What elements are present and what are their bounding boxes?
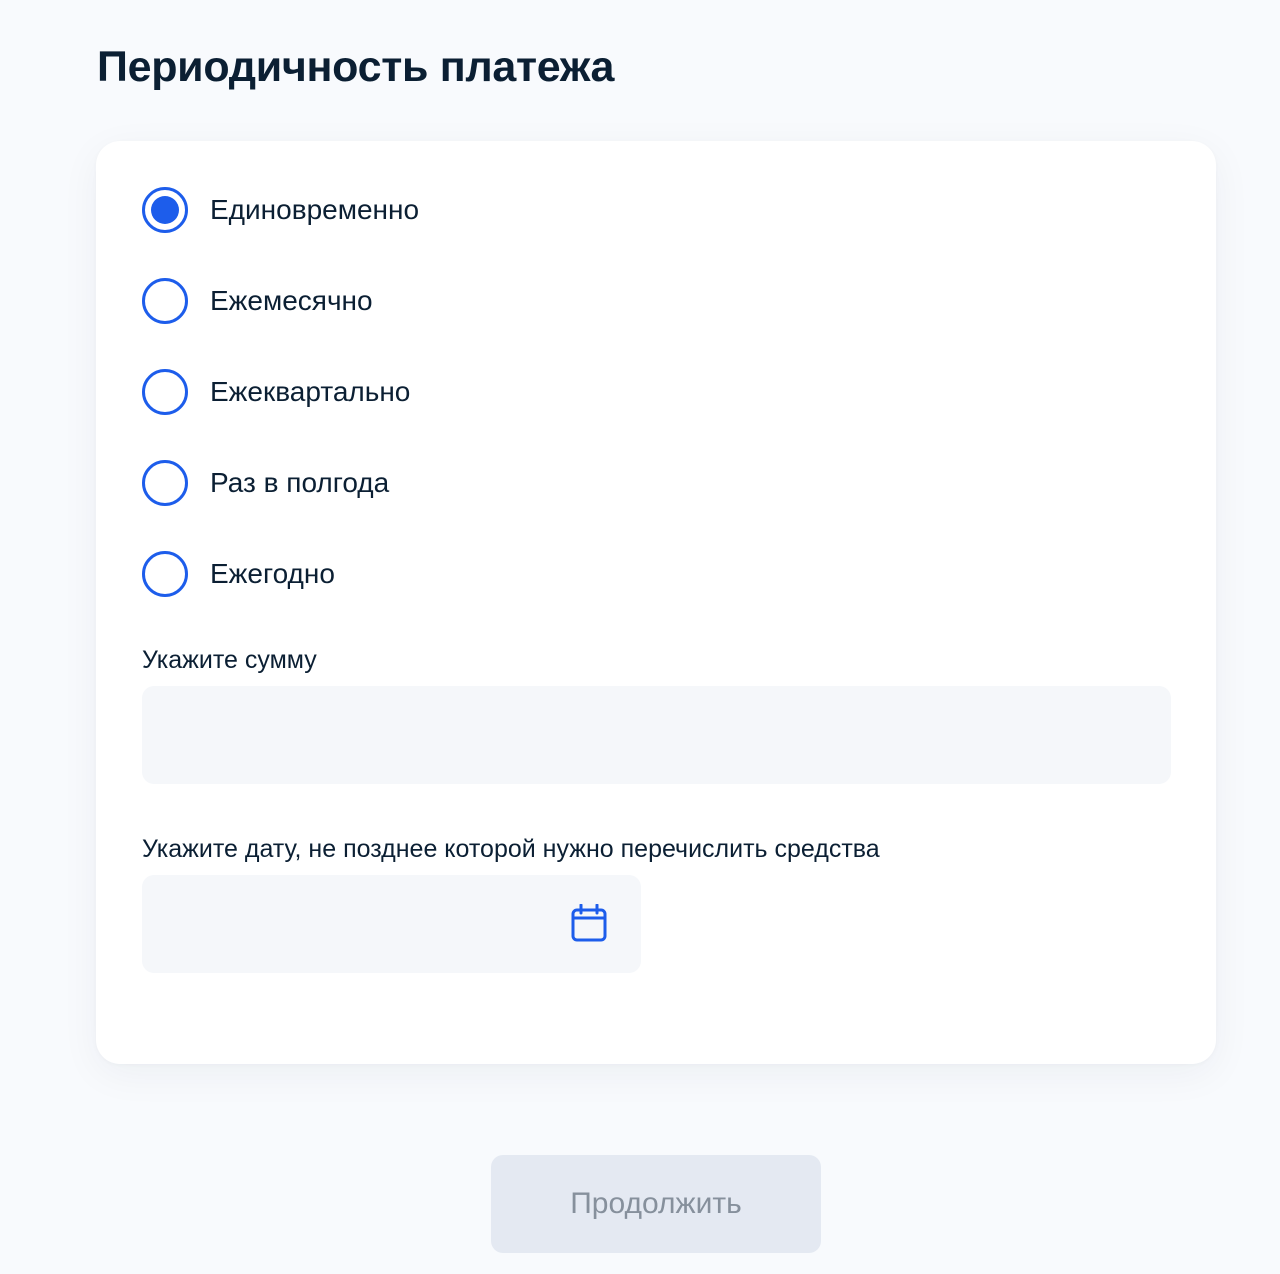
radio-option-semiannual[interactable]: Раз в полгода — [142, 460, 742, 506]
radio-label[interactable]: Ежемесячно — [210, 278, 373, 324]
radio-label[interactable]: Ежегодно — [210, 551, 335, 597]
radio-label[interactable]: Единовременно — [210, 187, 419, 233]
radio-option-once[interactable]: Единовременно — [142, 187, 742, 233]
page-title: Периодичность платежа — [97, 43, 615, 91]
radio-button[interactable] — [142, 278, 188, 324]
radio-label[interactable]: Раз в полгода — [210, 460, 389, 506]
radio-option-yearly[interactable]: Ежегодно — [142, 551, 742, 597]
date-input[interactable] — [142, 875, 641, 973]
continue-button[interactable]: Продолжить — [491, 1155, 821, 1253]
radio-button[interactable] — [142, 551, 188, 597]
payment-form-card: Единовременно Ежемесячно Ежеквартально Р… — [96, 141, 1216, 1064]
radio-option-quarterly[interactable]: Ежеквартально — [142, 369, 742, 415]
amount-input[interactable] — [142, 686, 1171, 784]
radio-option-monthly[interactable]: Ежемесячно — [142, 278, 742, 324]
radio-dot — [151, 196, 179, 224]
amount-label: Укажите сумму — [142, 646, 317, 674]
radio-label[interactable]: Ежеквартально — [210, 369, 410, 415]
radio-button[interactable] — [142, 460, 188, 506]
radio-button[interactable] — [142, 369, 188, 415]
date-label: Укажите дату, не позднее которой нужно п… — [142, 835, 880, 863]
radio-button-selected[interactable] — [142, 187, 188, 233]
calendar-icon[interactable] — [571, 904, 607, 942]
